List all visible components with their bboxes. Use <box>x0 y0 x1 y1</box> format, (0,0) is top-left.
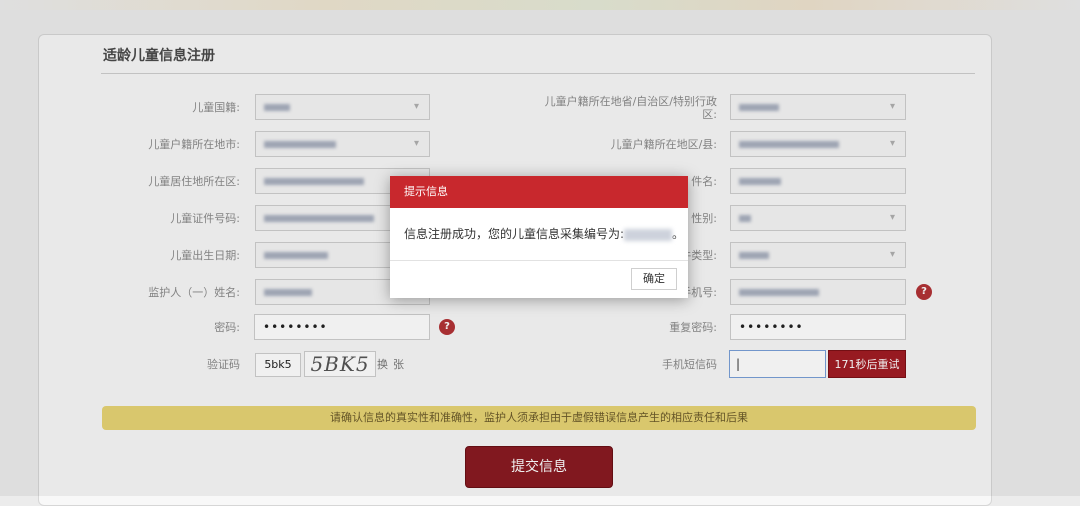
dialog-title: 提示信息 <box>390 176 688 208</box>
dialog-ok-button[interactable]: 确定 <box>631 268 677 290</box>
dialog-footer: 确定 <box>390 261 688 298</box>
dialog-message-end: 。 <box>672 227 685 241</box>
success-dialog: 提示信息 信息注册成功，您的儿童信息采集编号为: 。 确定 <box>390 176 688 298</box>
dialog-message: 信息注册成功，您的儿童信息采集编号为: 。 <box>390 208 688 261</box>
redacted-code <box>624 228 673 241</box>
dialog-message-text: 信息注册成功，您的儿童信息采集编号为: <box>404 227 625 241</box>
